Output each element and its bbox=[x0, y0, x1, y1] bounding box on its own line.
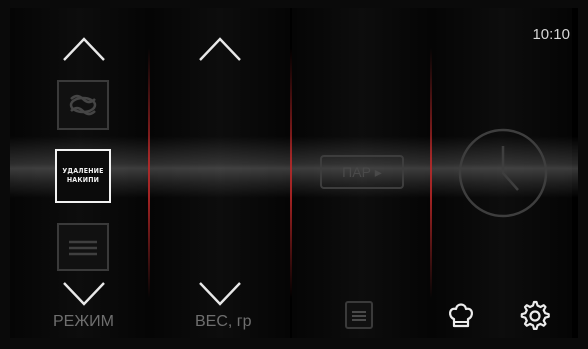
clock-icon[interactable] bbox=[456, 126, 550, 220]
weight-label: ВЕС, гр bbox=[195, 313, 252, 330]
mode-selected-descaling[interactable]: УДАЛЕНИЕ НАКИПИ bbox=[55, 149, 111, 203]
grill-heat-icon bbox=[69, 240, 97, 256]
steam-button[interactable]: ПАР ▸ bbox=[320, 155, 404, 189]
weight-down-arrow-icon[interactable] bbox=[198, 281, 242, 307]
gear-icon[interactable] bbox=[518, 299, 550, 331]
weight-up-arrow-icon[interactable] bbox=[198, 36, 242, 62]
mode-option-above[interactable] bbox=[57, 80, 109, 130]
menu-list-button[interactable] bbox=[345, 301, 373, 329]
column-divider bbox=[290, 48, 292, 298]
mode-up-arrow-icon[interactable] bbox=[62, 36, 106, 62]
clock-time: 10:10 bbox=[532, 26, 570, 43]
chef-hat-icon[interactable] bbox=[446, 301, 476, 331]
mode-option-below[interactable] bbox=[57, 223, 109, 271]
mode-label: РЕЖИМ bbox=[53, 313, 114, 330]
menu-list-icon bbox=[352, 311, 366, 321]
column-divider bbox=[430, 48, 432, 298]
mode-down-arrow-icon[interactable] bbox=[62, 281, 106, 307]
oven-control-screen: УДАЛЕНИЕ НАКИПИ РЕЖИМ ВЕС, гр ПАР ▸ 10:1… bbox=[10, 8, 578, 338]
column-divider bbox=[148, 48, 150, 298]
hot-air-fan-icon bbox=[69, 94, 97, 116]
